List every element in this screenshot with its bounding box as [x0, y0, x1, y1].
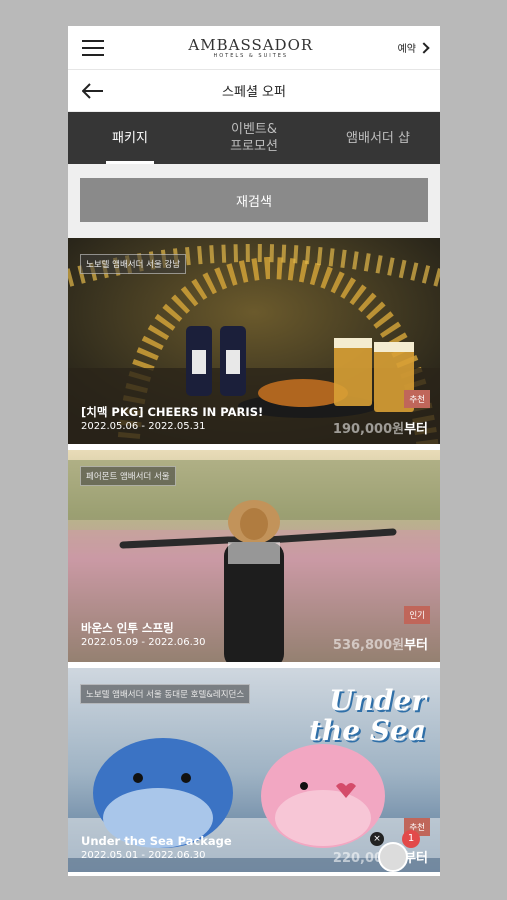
- brand-name: AMBASSADOR: [188, 36, 314, 54]
- chat-icon[interactable]: [378, 842, 408, 872]
- package-dates: 2022.05.01 - 2022.06.30: [81, 850, 206, 861]
- package-dates: 2022.05.09 - 2022.06.30: [81, 637, 206, 648]
- tab-event-promotion[interactable]: 이벤트& 프로모션: [192, 112, 316, 164]
- package-price: 536,800원부터: [332, 638, 428, 653]
- package-price: 190,000원부터: [332, 422, 428, 437]
- offer-tabs: 패키지 이벤트& 프로모션 앰배서더 샵: [68, 112, 440, 164]
- package-title: 바운스 인투 스프링: [81, 621, 174, 635]
- page-title: 스페셜 오퍼: [222, 85, 286, 100]
- recommend-badge: 추천: [404, 390, 430, 408]
- popular-badge: 인기: [404, 606, 430, 624]
- tab-ambassador-shop[interactable]: 앰배서더 샵: [316, 112, 440, 164]
- brand-logo[interactable]: AMBASSADOR HOTELS & SUITES: [188, 36, 313, 59]
- package-dates: 2022.05.06 - 2022.05.31: [81, 421, 206, 432]
- package-card[interactable]: 페어몬트 앰배서더 서울 인기 바운스 인투 스프링 2022.05.09 - …: [68, 450, 440, 668]
- hotel-tag: 페어몬트 앰배서더 서울: [80, 466, 176, 486]
- top-header: AMBASSADOR HOTELS & SUITES 예약: [68, 26, 440, 70]
- package-title: [치맥 PKG] CHEERS IN PARIS!: [81, 405, 264, 419]
- back-arrow-icon[interactable]: [82, 83, 104, 99]
- research-button[interactable]: 재검색: [80, 178, 428, 222]
- close-icon[interactable]: ×: [370, 832, 384, 846]
- sub-header: 스페셜 오퍼: [68, 70, 440, 112]
- tab-package[interactable]: 패키지: [68, 112, 192, 164]
- reserve-link[interactable]: 예약: [397, 40, 430, 55]
- package-title: Under the Sea Package: [81, 834, 232, 848]
- promo-text: Under the Sea: [308, 684, 426, 747]
- reserve-label: 예약: [397, 44, 416, 55]
- hotel-tag: 노보텔 앰배서더 서울 동대문 호텔&레지던스: [80, 684, 251, 704]
- mobile-page: AMBASSADOR HOTELS & SUITES 예약 스페셜 오퍼 패키지…: [68, 26, 440, 876]
- chevron-right-icon: [418, 41, 430, 54]
- menu-icon[interactable]: [82, 39, 104, 56]
- search-area: 재검색: [68, 164, 440, 238]
- notification-count-badge: 1: [402, 830, 420, 848]
- hotel-tag: 노보텔 앰배서더 서울 강남: [80, 254, 187, 274]
- package-card[interactable]: 노보텔 앰배서더 서울 강남 추천 [치맥 PKG] CHEERS IN PAR…: [68, 238, 440, 450]
